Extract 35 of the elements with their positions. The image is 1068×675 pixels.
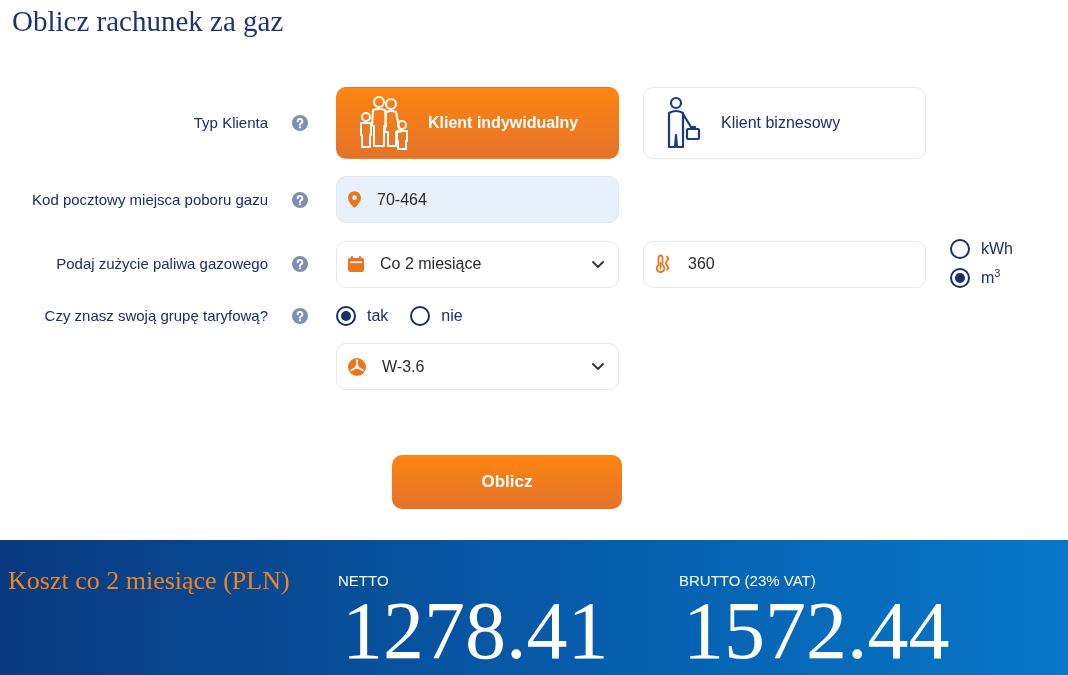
field-label: Typ Klienta xyxy=(193,114,268,132)
chevron-down-icon xyxy=(592,260,604,268)
family-icon xyxy=(360,96,408,150)
radio-button[interactable] xyxy=(336,306,356,326)
chevron-down-icon xyxy=(592,363,604,370)
help-icon[interactable] xyxy=(292,256,308,272)
help-icon[interactable] xyxy=(292,115,308,131)
radio-label: tak xyxy=(367,306,389,326)
radio-label: kWh xyxy=(981,239,1013,259)
radio-button[interactable] xyxy=(950,268,970,288)
postal-code-field[interactable]: 70-464 xyxy=(336,176,619,223)
period-select[interactable]: Co 2 miesiące xyxy=(336,240,619,288)
radio-label: nie xyxy=(441,306,463,326)
radio-button[interactable] xyxy=(410,306,431,326)
price-label: NETTO xyxy=(338,572,389,590)
price-value: 1278.41 xyxy=(342,596,609,666)
radio-button[interactable] xyxy=(950,239,970,259)
price-label: BRUTTO (23% VAT) xyxy=(679,572,816,590)
help-icon[interactable] xyxy=(292,191,308,208)
client-type-button[interactable]: Klient biznesowy xyxy=(643,87,926,159)
field-label: Podaj zużycie paliwa gazowego xyxy=(56,255,268,273)
field-label: Kod pocztowy miejsca poboru gazu xyxy=(32,190,268,209)
calendar-icon xyxy=(348,256,364,272)
map-pin-icon xyxy=(348,191,361,208)
person-briefcase-icon xyxy=(667,96,701,150)
segmented-circle-icon xyxy=(348,357,366,376)
help-icon[interactable] xyxy=(292,308,308,324)
thermometer-icon xyxy=(655,254,672,274)
radio-label: m$^{3}$ xyxy=(981,268,1001,288)
price-value: 1572.44 xyxy=(683,596,950,666)
amount-input-field[interactable]: 360 xyxy=(643,240,926,288)
tariff-group-select[interactable]: W-3.6 xyxy=(336,343,619,390)
field-label: Czy znasz swoją grupę taryfową? xyxy=(44,307,268,325)
result-title: Koszt co 2 miesiące (PLN) xyxy=(8,565,291,596)
page-title: Oblicz rachunek za gaz xyxy=(11,4,285,38)
